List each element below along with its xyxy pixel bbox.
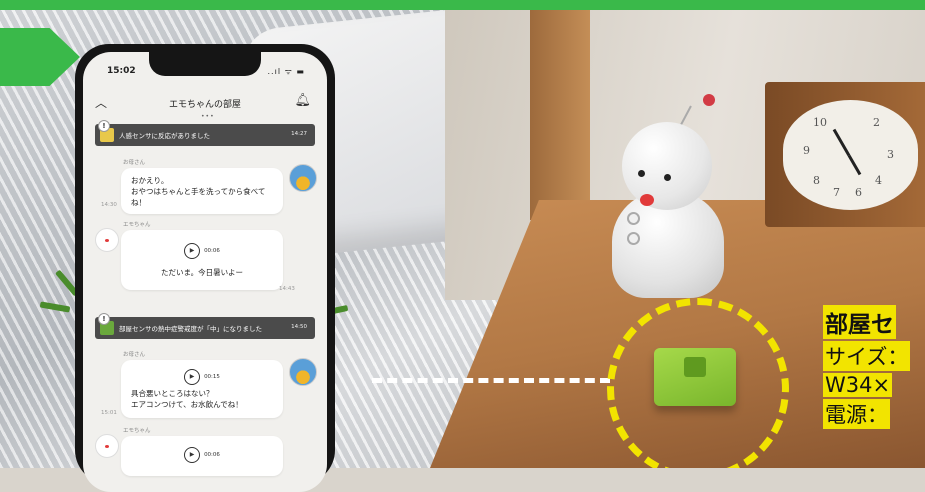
sensor-spec-callout: 部屋セ サイズ： W34× 電源：: [823, 305, 925, 429]
avatar-robot: [95, 434, 119, 458]
status-time: 15:02: [107, 66, 136, 76]
voice-message-bubble: ▶ 00:06 ただいま。今日暑いよー: [121, 230, 283, 290]
play-icon[interactable]: ▶: [184, 446, 201, 463]
message-bubble: おかえり。 おやつはちゃんと手を洗ってから食べてね！: [121, 168, 283, 214]
sensor-highlight-circle: [607, 298, 789, 468]
chat-title: エモちゃんの部屋: [168, 100, 241, 110]
message-sender: エモちゃん: [123, 428, 151, 434]
spec-size-label: サイズ：: [823, 341, 911, 371]
robot-antenna-ball: [703, 94, 715, 106]
spec-size-value: W34×: [823, 373, 893, 397]
phone-screen: 15:02 ..ıl ᯤ ▬ ︿ エモちゃんの部屋 ••• 🔔︎ ! 人感センサ…: [83, 52, 327, 492]
sensor-alert-motion[interactable]: ! 人感センサに反応がありました 14:27: [95, 120, 315, 146]
status-icons: ..ıl ᯤ ▬: [267, 67, 305, 76]
phone-notch: [149, 52, 261, 76]
voice-player[interactable]: ▶ 00:06: [121, 444, 283, 463]
voice-duration: 00:06: [204, 247, 220, 254]
message-time: 15:01: [101, 410, 117, 416]
voice-duration: 00:15: [204, 373, 220, 380]
robot-head: [622, 122, 712, 210]
bell-icon[interactable]: 🔔︎: [294, 93, 311, 108]
voice-duration: 00:06: [204, 451, 220, 458]
message-text: ただいま。今日暑いよー: [160, 268, 244, 277]
robot-eye: [664, 174, 671, 181]
alert-time: 14:27: [291, 131, 307, 137]
message-sender: お母さん: [123, 160, 146, 166]
robot-nose: [640, 194, 654, 206]
motion-sensor-icon: !: [98, 120, 114, 142]
message-time: 14:30: [101, 202, 117, 208]
message-sender: お母さん: [123, 352, 146, 358]
voice-message-bubble: ▶ 00:06: [121, 436, 283, 476]
avatar-mother: [289, 164, 317, 192]
top-accent-bar: [0, 0, 925, 10]
robot-eye: [638, 170, 645, 177]
bed-headboard: [530, 10, 590, 220]
voice-message-bubble: ▶ 00:15 具合悪いところはない？ エアコンつけて、お水飲んでね！: [121, 360, 283, 418]
robot-button: [627, 232, 640, 245]
spec-title: 部屋セ: [823, 305, 896, 339]
page-dots: •••: [201, 113, 215, 120]
voice-player[interactable]: ▶ 00:06: [121, 240, 283, 259]
alert-text: 人感センサに反応がありました: [119, 132, 210, 140]
robot-button: [627, 212, 640, 225]
play-icon[interactable]: ▶: [184, 368, 201, 385]
clock-face: 10 2 9 3 8 4 7 6: [783, 100, 918, 210]
message-text: おかえり。 おやつはちゃんと手を洗ってから食べてね！: [131, 176, 266, 207]
avatar-robot: [95, 228, 119, 252]
play-icon[interactable]: ▶: [184, 242, 201, 259]
connector-dashed-line: [372, 378, 610, 383]
room-sensor-icon: !: [98, 313, 114, 335]
wooden-clock: 10 2 9 3 8 4 7 6: [765, 82, 925, 227]
alert-time: 14:50: [291, 324, 307, 330]
message-time: 14:43: [279, 286, 295, 292]
chat-nav-bar: ︿ エモちゃんの部屋 ••• 🔔︎: [83, 92, 327, 120]
spec-power-label: 電源：: [823, 399, 890, 429]
robot-figure: [612, 94, 732, 300]
message-sender: エモちゃん: [123, 222, 151, 228]
message-text: 具合悪いところはない？ エアコンつけて、お水飲んでね！: [131, 389, 243, 409]
avatar-mother: [289, 358, 317, 386]
smartphone: 15:02 ..ıl ᯤ ▬ ︿ エモちゃんの部屋 ••• 🔔︎ ! 人感センサ…: [75, 44, 335, 492]
sensor-alert-heatstroke[interactable]: ! 部屋センサの熱中症警戒度が「中」になりました 14:50: [95, 313, 315, 339]
voice-player[interactable]: ▶ 00:15: [131, 366, 273, 385]
alert-text: 部屋センサの熱中症警戒度が「中」になりました: [119, 325, 262, 333]
